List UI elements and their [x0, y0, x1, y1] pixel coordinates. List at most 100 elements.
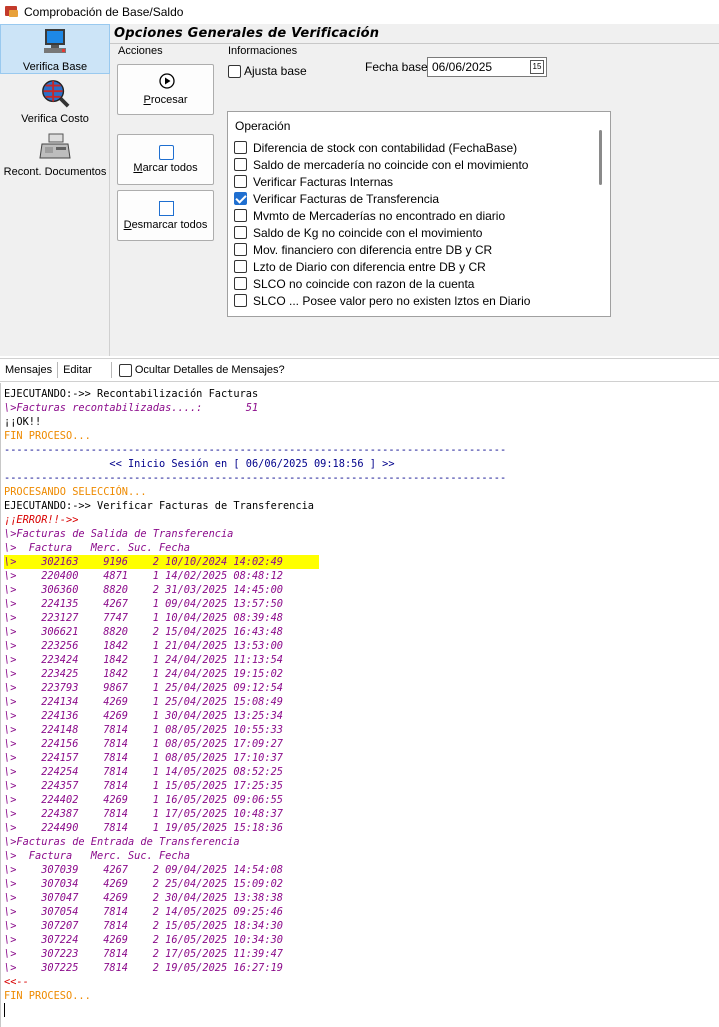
operacion-item-checkbox[interactable] — [234, 209, 247, 222]
operacion-item-label: Mov. financiero con diferencia entre DB … — [253, 242, 493, 257]
toolbar-divider — [110, 362, 112, 378]
calendar-icon[interactable]: 15 — [530, 60, 544, 74]
operacion-item[interactable]: Saldo de Kg no coincide con el movimient… — [232, 224, 594, 241]
ajusta-base-box[interactable] — [228, 64, 241, 78]
console-line: \>Facturas de Salida de Transferencia — [4, 527, 506, 541]
console-line: \> 224148 7814 1 08/05/2025 10:55:33 — [4, 723, 506, 737]
console-line-text: \>Facturas de Entrada de Transferencia — [4, 836, 240, 848]
console-line-text: \> 224148 7814 1 08/05/2025 10:55:33 — [4, 724, 283, 736]
console-line: \> 224254 7814 1 14/05/2025 08:52:25 — [4, 765, 506, 779]
console-line: ----------------------------------------… — [4, 471, 506, 485]
globe-magnifier-icon — [42, 80, 70, 108]
operacion-item[interactable]: SLCO ... Posee valor pero no existen lzt… — [232, 292, 594, 309]
console-line-text: EJECUTANDO:->> Verificar Facturas de Tra… — [4, 500, 314, 512]
console-lines: EJECUTANDO:->> Recontabilización Factura… — [4, 387, 506, 1017]
marcar-todos-button[interactable]: Marcar todos — [117, 134, 214, 185]
operacion-item-checkbox[interactable] — [234, 277, 247, 290]
console-line: \>Facturas de Entrada de Transferencia — [4, 835, 506, 849]
console-line: \> Factura Merc. Suc. Fecha — [4, 541, 506, 555]
operacion-item[interactable]: Verificar Facturas Internas — [232, 173, 594, 190]
console-line-text: \> 306360 8820 2 31/03/2025 14:45:00 — [4, 584, 283, 596]
operacion-item[interactable]: Verificar Facturas de Transferencia — [232, 190, 594, 207]
ocultar-detalles-checkbox[interactable]: Ocultar Detalles de Mensajes? — [118, 363, 285, 377]
operacion-item[interactable]: Mov. financiero con diferencia entre DB … — [232, 241, 594, 258]
console-line-text: \> 224402 4269 1 16/05/2025 09:06:55 — [4, 794, 283, 806]
procesar-button[interactable]: Procesar — [117, 64, 214, 115]
section-header: Opciones Generales de Verificación — [110, 24, 719, 44]
sidebar-item-recont-documentos[interactable]: Recont. Documentos — [0, 132, 110, 182]
desmarcar-label: esmarcar todos — [131, 219, 208, 231]
fecha-base-value: 06/06/2025 — [432, 60, 493, 74]
operacion-scrollbar[interactable] — [596, 128, 606, 308]
console-line-text: \> 307207 7814 2 15/05/2025 18:34:30 — [4, 920, 283, 932]
console-line: \> 223424 1842 1 24/04/2025 11:13:54 — [4, 653, 506, 667]
console-line: \> 307054 7814 2 14/05/2025 09:25:46 — [4, 905, 506, 919]
operacion-item-checkbox[interactable] — [234, 175, 247, 188]
console-line-text: \> Factura Merc. Suc. Fecha — [4, 850, 190, 862]
console-line-text: PROCESANDO SELECCIÓN... — [4, 486, 147, 498]
console-line-text: \> 220400 4871 1 14/02/2025 08:48:12 — [4, 570, 283, 582]
operacion-item-label: Verificar Facturas de Transferencia — [253, 191, 440, 206]
operacion-item[interactable]: Lzto de Diario con diferencia entre DB y… — [232, 258, 594, 275]
console-line: \> 306621 8820 2 15/04/2025 16:43:48 — [4, 625, 506, 639]
desmarcar-todos-button[interactable]: Desmarcar todos — [117, 190, 214, 241]
console-line: \> 302163 9196 2 10/10/2024 14:02:49 — [4, 555, 506, 569]
marcar-mnemonic: M — [133, 162, 143, 174]
console-line-text: \> 223127 7747 1 10/04/2025 08:39:48 — [4, 612, 283, 624]
console-line-text: \> 224254 7814 1 14/05/2025 08:52:25 — [4, 766, 283, 778]
fecha-base-input[interactable]: 06/06/2025 15 — [427, 57, 547, 77]
mensajes-menu[interactable]: Mensajes — [0, 364, 57, 376]
console-line-text: \> 307047 4269 2 30/04/2025 13:38:38 — [4, 892, 283, 904]
ajusta-base-label: Ajusta base — [244, 64, 307, 78]
console-line: \> 307047 4269 2 30/04/2025 13:38:38 — [4, 891, 506, 905]
operacion-item-checkbox[interactable] — [234, 141, 247, 154]
console-line: \> 307034 4269 2 25/04/2025 15:09:02 — [4, 877, 506, 891]
console-line: FIN PROCESO... — [4, 989, 506, 1003]
play-icon — [159, 73, 175, 89]
options-area: Verifica Base Verifica Costo Recont. Doc… — [0, 24, 719, 356]
ocultar-detalles-box[interactable] — [118, 363, 132, 377]
messages-toolbar: Mensajes Editar Ocultar Detalles de Mens… — [0, 358, 719, 382]
console-line: \> 223793 9867 1 25/04/2025 09:12:54 — [4, 681, 506, 695]
text-cursor — [4, 1003, 5, 1017]
console-line-text: \> 307224 4269 2 16/05/2025 10:34:30 — [4, 934, 283, 946]
console-line-text: \> 224357 7814 1 15/05/2025 17:25:35 — [4, 780, 283, 792]
operacion-item[interactable]: Diferencia de stock con contabilidad (Fe… — [232, 139, 594, 156]
sidebar-item-verifica-costo[interactable]: Verifica Costo — [0, 78, 110, 128]
operacion-item-label: SLCO no coincide con razon de la cuenta — [253, 276, 475, 291]
operacion-item[interactable]: Saldo de mercadería no coincide con el m… — [232, 156, 594, 173]
editar-menu[interactable]: Editar — [58, 364, 97, 376]
console-line-text: \> 223424 1842 1 24/04/2025 11:13:54 — [4, 654, 283, 666]
console-line: EJECUTANDO:->> Recontabilización Factura… — [4, 387, 506, 401]
ajusta-base-checkbox[interactable]: Ajusta base — [228, 64, 307, 78]
operacion-item-label: Mvmto de Mercaderías no encontrado en di… — [253, 208, 506, 223]
console-line: \> 224357 7814 1 15/05/2025 17:25:35 — [4, 779, 506, 793]
console-line: \> 307225 7814 2 19/05/2025 16:27:19 — [4, 961, 506, 975]
sidebar-item-verifica-base[interactable]: Verifica Base — [0, 24, 110, 74]
sidebar-item-label: Recont. Documentos — [3, 166, 107, 178]
operacion-panel: Operación Diferencia de stock con contab… — [227, 111, 611, 317]
operacion-item-checkbox[interactable] — [234, 192, 247, 205]
operacion-title: Operación — [235, 119, 291, 133]
scrollbar-thumb[interactable] — [599, 130, 602, 185]
operacion-item-checkbox[interactable] — [234, 243, 247, 256]
sidebar-item-label: Verifica Costo — [21, 113, 89, 125]
message-console[interactable]: EJECUTANDO:->> Recontabilización Factura… — [0, 383, 719, 1027]
console-line-text: \>Facturas de Salida de Transferencia — [4, 528, 234, 540]
acciones-group-label: Acciones — [118, 45, 163, 57]
console-line: \> 306360 8820 2 31/03/2025 14:45:00 — [4, 583, 506, 597]
operacion-item[interactable]: SLCO no coincide con razon de la cuenta — [232, 275, 594, 292]
console-line: \> 220400 4871 1 14/02/2025 08:48:12 — [4, 569, 506, 583]
operacion-item-checkbox[interactable] — [234, 294, 247, 307]
operacion-item-checkbox[interactable] — [234, 260, 247, 273]
operacion-item-checkbox[interactable] — [234, 226, 247, 239]
console-line: \>Facturas recontabilizadas....: 51 — [4, 401, 506, 415]
operacion-item[interactable]: Mvmto de Mercaderías no encontrado en di… — [232, 207, 594, 224]
console-line-text: \> 307223 7814 2 17/05/2025 11:39:47 — [4, 948, 283, 960]
procesar-mnemonic: P — [143, 94, 151, 106]
operacion-item-checkbox[interactable] — [234, 158, 247, 171]
console-line-text: \> 224135 4267 1 09/04/2025 13:57:50 — [4, 598, 283, 610]
console-line: <<-- — [4, 975, 506, 989]
console-line: \> 307039 4267 2 09/04/2025 14:54:08 — [4, 863, 506, 877]
sidebar-nav: Verifica Base Verifica Costo Recont. Doc… — [0, 24, 110, 356]
